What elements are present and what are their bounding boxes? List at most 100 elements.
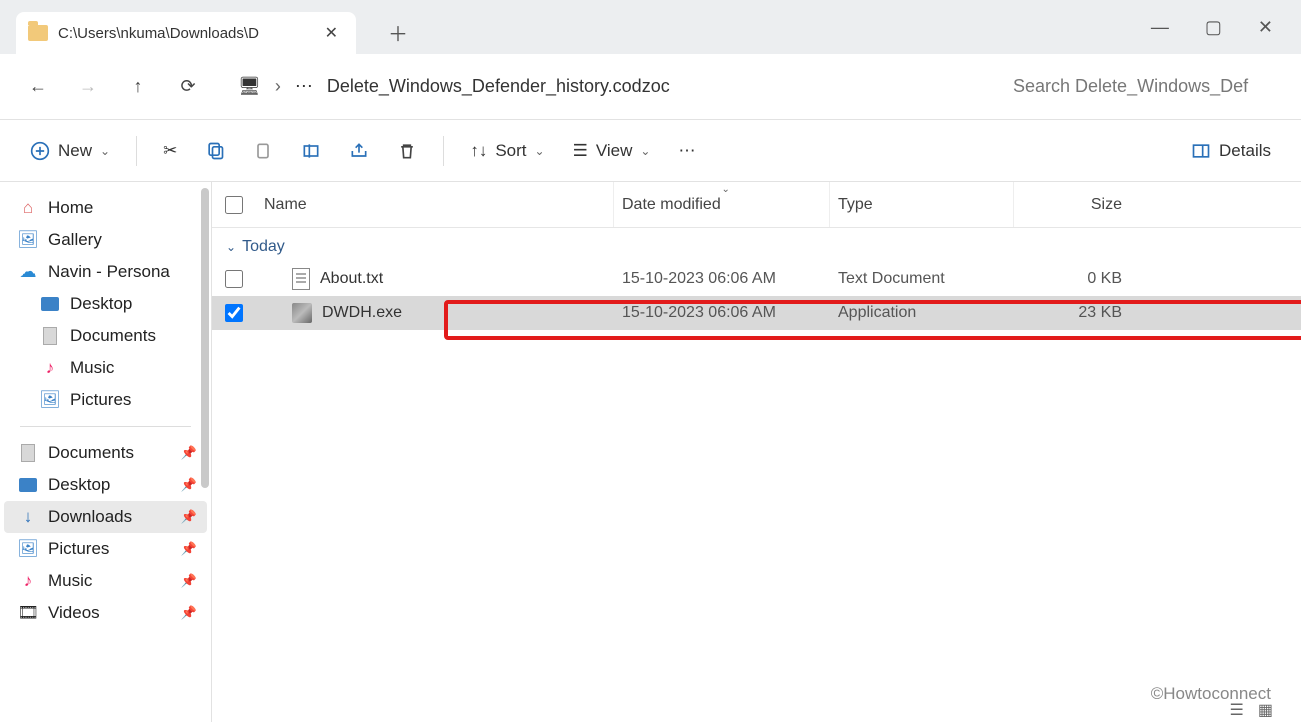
sidebar-label: Gallery [48,230,102,250]
file-type: Text Document [830,270,1014,288]
window-tab[interactable]: C:\Users\nkuma\Downloads\D ✕ [16,12,356,54]
view-mode-icons: ☰ ▦ [1230,700,1273,720]
documents-icon [40,326,60,346]
column-type[interactable]: Type [830,182,1014,227]
file-name-cell[interactable]: About.txt [256,268,614,290]
sidebar-item-desktop[interactable]: Desktop [4,288,207,320]
sort-button[interactable]: ↑↓ Sort ⌄ [460,131,554,171]
up-button[interactable]: ↑ [118,67,158,107]
pin-icon: 📌 [181,445,197,461]
view-label: View [596,141,633,161]
forward-button[interactable]: → [68,67,108,107]
sidebar-item-pictures-pinned[interactable]: 🖼Pictures📌 [4,533,207,565]
search-box[interactable]: Search Delete_Windows_Def [1013,76,1283,97]
sidebar-item-gallery[interactable]: 🖼 Gallery [4,224,207,256]
refresh-button[interactable]: ⟳ [168,67,208,107]
minimize-icon[interactable]: — [1151,17,1169,38]
sidebar-item-music-pinned[interactable]: ♪Music📌 [4,565,207,597]
tab-title: C:\Users\nkuma\Downloads\D [58,25,309,42]
column-name[interactable]: Name [256,182,614,227]
text-file-icon [292,268,310,290]
sidebar-item-music[interactable]: ♪Music [4,352,207,384]
rename-button[interactable] [291,131,331,171]
new-button[interactable]: New ⌄ [20,131,120,171]
sidebar-item-pictures[interactable]: 🖼 Pictures [4,384,207,416]
music-icon: ♪ [18,571,38,591]
music-icon: ♪ [40,358,60,378]
sidebar-label: Desktop [48,475,110,495]
more-button[interactable]: ⋯ [668,131,705,171]
share-button[interactable] [339,131,379,171]
close-tab-icon[interactable]: ✕ [319,21,344,45]
pin-icon: 📌 [181,509,197,525]
file-name-cell[interactable]: DWDH.exe [256,303,614,323]
folder-icon [28,25,48,41]
pictures-icon: 🖼 [40,390,60,410]
chevron-down-icon: ⌄ [535,144,545,158]
row-checkbox[interactable] [212,270,256,288]
share-icon [349,141,369,161]
chevron-down-icon: ⌄ [226,240,236,254]
gallery-icon: 🖼 [18,230,38,250]
group-label: Today [242,238,285,256]
sidebar-label: Pictures [70,390,131,410]
pin-icon: 📌 [181,605,197,621]
sidebar-item-documents-pinned[interactable]: Documents📌 [4,437,207,469]
chevron-right-icon[interactable]: › [275,76,281,97]
sidebar-item-downloads[interactable]: ↓Downloads📌 [4,501,207,533]
details-view-icon[interactable]: ☰ [1230,700,1244,720]
scissors-icon: ✂ [163,141,177,161]
file-list: Name Date modified⌄ Type Size ⌄ Today Ab… [212,182,1301,722]
column-label: Name [264,196,307,214]
group-header-today[interactable]: ⌄ Today [212,228,1301,262]
current-folder: Delete_Windows_Defender_history.codzoc [327,76,670,97]
cloud-icon: ☁ [18,262,38,282]
desktop-icon [40,294,60,314]
scrollbar[interactable] [201,188,209,488]
file-row[interactable]: About.txt15-10-2023 06:06 AMText Documen… [212,262,1301,296]
sidebar-item-onedrive[interactable]: ☁Navin - Persona [4,256,207,288]
toolbar: New ⌄ ✂ ↑↓ Sort ⌄ ☰ View ⌄ ⋯ Details [0,120,1301,182]
close-window-icon[interactable]: ✕ [1258,17,1273,38]
pin-icon: 📌 [181,541,197,557]
select-all-checkbox[interactable] [212,182,256,227]
pin-icon: 📌 [181,477,197,493]
new-tab-button[interactable]: ＋ [380,14,416,50]
sidebar-item-documents[interactable]: Documents [4,320,207,352]
details-pane-button[interactable]: Details [1181,131,1281,171]
column-size[interactable]: Size [1014,182,1130,227]
divider [443,136,444,166]
file-size: 23 KB [1014,304,1130,322]
sidebar-item-home[interactable]: ⌂Home [4,192,207,224]
file-type: Application [830,304,1014,322]
file-size: 0 KB [1014,270,1130,288]
body: ⌂Home 🖼 Gallery ☁Navin - Persona Desktop … [0,182,1301,722]
more-crumbs-icon[interactable]: ⋯ [295,76,313,97]
maximize-icon[interactable]: ▢ [1205,17,1222,38]
address-bar[interactable]: 🖥 › ⋯ Delete_Windows_Defender_history.co… [238,76,1003,97]
new-label: New [58,141,92,161]
view-button[interactable]: ☰ View ⌄ [563,131,661,171]
cut-button[interactable]: ✂ [153,131,187,171]
sidebar-item-desktop-pinned[interactable]: Desktop 📌 [4,469,207,501]
file-row[interactable]: DWDH.exe15-10-2023 06:06 AMApplication23… [212,296,1301,330]
column-date[interactable]: Date modified⌄ [614,182,830,227]
videos-icon: 🎞 [18,603,38,623]
sort-desc-icon: ⌄ [722,184,730,195]
sidebar-label: Pictures [48,539,109,559]
paste-button[interactable] [243,131,283,171]
copy-button[interactable] [195,131,235,171]
sidebar-item-videos-pinned[interactable]: 🎞Videos📌 [4,597,207,629]
details-icon [1191,141,1211,161]
back-button[interactable]: ← [18,67,58,107]
window-controls: — ▢ ✕ [1151,0,1301,54]
downloads-icon: ↓ [18,507,38,527]
new-icon [30,141,50,161]
chevron-down-icon: ⌄ [100,144,110,158]
column-label: Size [1091,196,1122,214]
row-checkbox[interactable] [212,304,256,322]
pin-icon: 📌 [181,573,197,589]
sort-label: Sort [495,141,526,161]
thumbnails-view-icon[interactable]: ▦ [1258,700,1273,720]
delete-button[interactable] [387,131,427,171]
